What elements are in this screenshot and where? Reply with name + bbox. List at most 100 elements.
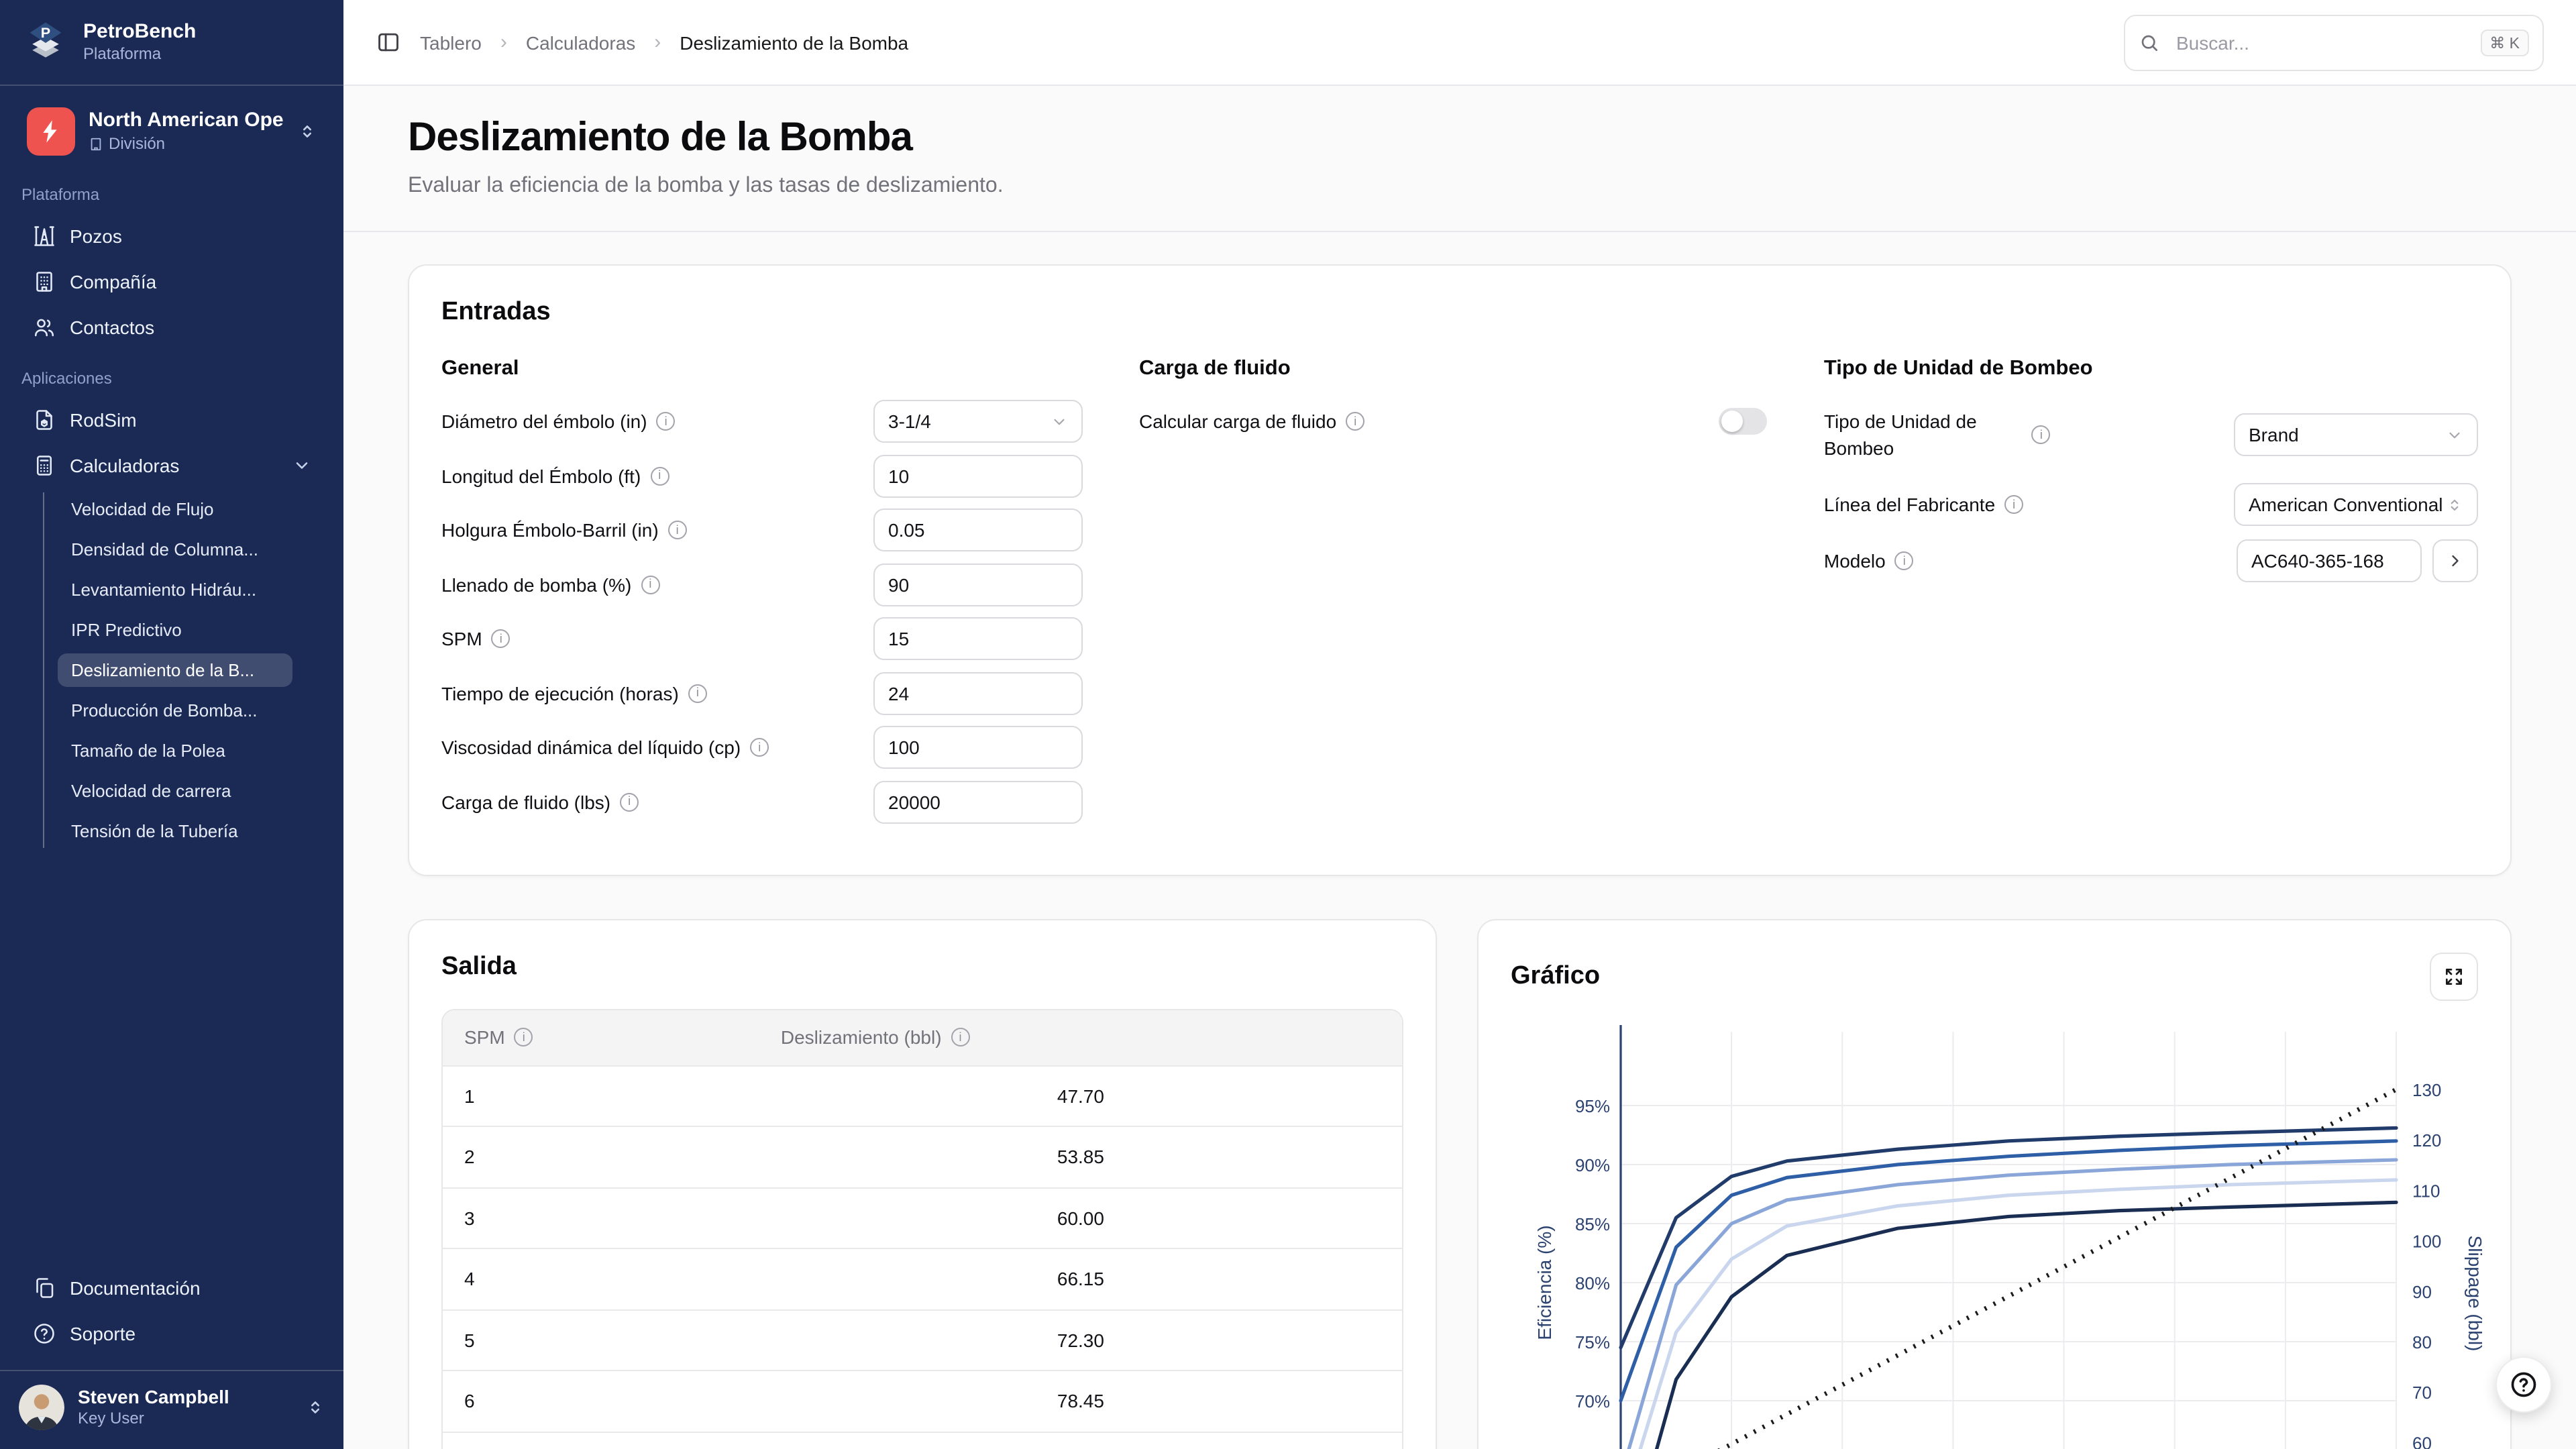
- sidebar-subitem-produccion-bomba[interactable]: Producción de Bomba...: [58, 694, 292, 727]
- field-row: Tipo de Unidad de Bombeo Brand: [1824, 400, 2478, 470]
- field-label: Modelo: [1824, 550, 1886, 572]
- brand: P PetroBench Plataforma: [0, 0, 343, 86]
- svg-text:130: 130: [2412, 1080, 2441, 1100]
- breadcrumb-current: Deslizamiento de la Bomba: [680, 32, 908, 53]
- table-row: 253.85: [443, 1126, 1402, 1187]
- plunger-length-input[interactable]: [873, 454, 1083, 497]
- info-icon[interactable]: [650, 466, 669, 485]
- expand-chart-button[interactable]: [2430, 953, 2478, 1001]
- page-content: Entradas General Diámetro del émbolo (in…: [343, 232, 2576, 1449]
- info-icon[interactable]: [668, 521, 687, 539]
- sidebar-subitem-deslizamiento-bomba[interactable]: Deslizamiento de la B...: [58, 653, 292, 687]
- page-subtitle: Evaluar la eficiencia de la bomba y las …: [408, 174, 2512, 199]
- runtime-input[interactable]: [873, 672, 1083, 714]
- info-icon[interactable]: [688, 684, 707, 702]
- calculate-fluid-load-toggle[interactable]: [1719, 408, 1768, 435]
- model-input[interactable]: [2237, 539, 2422, 582]
- sidebar-item-compania[interactable]: Compañía: [21, 260, 322, 303]
- info-icon[interactable]: [1895, 551, 1914, 570]
- info-icon[interactable]: [620, 792, 639, 811]
- fluid-load-input[interactable]: [873, 780, 1083, 823]
- sidebar-item-contactos[interactable]: Contactos: [21, 306, 322, 349]
- sidebar-item-label: Documentación: [70, 1277, 201, 1299]
- svg-text:100: 100: [2412, 1232, 2441, 1252]
- viscosity-input[interactable]: [873, 726, 1083, 769]
- info-icon[interactable]: [515, 1028, 533, 1047]
- app-title: PetroBench: [83, 21, 196, 45]
- info-icon[interactable]: [492, 629, 511, 648]
- sidebar-item-documentacion[interactable]: Documentación: [21, 1267, 322, 1309]
- svg-text:95%: 95%: [1575, 1096, 1610, 1116]
- sidebar-subitem-tension-tuberia[interactable]: Tensión de la Tubería: [58, 814, 292, 848]
- section-label-platform: Plataforma: [0, 166, 343, 213]
- info-icon[interactable]: [2032, 425, 2051, 444]
- general-column: General Diámetro del émbolo (in) 3-1/4 L…: [441, 357, 1083, 835]
- field-row: Diámetro del émbolo (in) 3-1/4: [441, 400, 1083, 443]
- sidebar-item-rodsim[interactable]: RodSim: [21, 398, 322, 441]
- user-name: Steven Campbell: [78, 1386, 229, 1409]
- avatar: [19, 1385, 64, 1430]
- info-icon[interactable]: [641, 575, 659, 594]
- spm-input[interactable]: [873, 617, 1083, 660]
- svg-text:110: 110: [2412, 1181, 2440, 1201]
- pumping-unit-type-select[interactable]: Brand: [2234, 413, 2478, 456]
- field-label: Tiempo de ejecución (horas): [441, 682, 679, 704]
- help-circle-icon: [2509, 1370, 2538, 1399]
- field-label: Calcular carga de fluido: [1139, 411, 1336, 432]
- docs-icon: [32, 1276, 56, 1300]
- user-menu[interactable]: Steven Campbell Key User: [0, 1370, 343, 1449]
- chart-card: Gráfico 95%90%85%80%75%70%65%13012011010…: [1477, 919, 2512, 1449]
- sidebar-subitem-ipr-predictivo[interactable]: IPR Predictivo: [58, 613, 292, 647]
- field-label: Longitud del Émbolo (ft): [441, 465, 641, 486]
- field-row: Carga de fluido (lbs): [441, 780, 1083, 823]
- sidebar-subitem-densidad-de-columna[interactable]: Densidad de Columna...: [58, 533, 292, 566]
- chevrons-up-down-icon: [2446, 496, 2463, 513]
- info-icon[interactable]: [1346, 412, 1364, 431]
- search-input[interactable]: [2174, 30, 2467, 54]
- page-title: Deslizamiento de la Bomba: [408, 115, 2512, 161]
- info-icon[interactable]: [2004, 495, 2023, 514]
- help-button[interactable]: [2496, 1356, 2552, 1413]
- toggle-knob: [1722, 411, 1743, 432]
- table-row: 784.60: [443, 1432, 1402, 1449]
- breadcrumb-calculadoras[interactable]: Calculadoras: [526, 32, 635, 53]
- info-icon[interactable]: [951, 1028, 970, 1047]
- manufacturer-line-select[interactable]: American Conventional: [2234, 483, 2478, 526]
- breadcrumb-tablero[interactable]: Tablero: [420, 32, 482, 53]
- select-value: American Conventional: [2249, 494, 2443, 515]
- sidebar-toggle-icon[interactable]: [376, 30, 401, 55]
- col-header-spm: SPM: [443, 1010, 759, 1065]
- pump-fillage-input[interactable]: [873, 563, 1083, 606]
- sidebar-subitem-levantamiento-hidraulico[interactable]: Levantamiento Hidráu...: [58, 573, 292, 606]
- model-next-button[interactable]: [2432, 539, 2478, 582]
- chevron-down-icon: [2446, 426, 2463, 443]
- section-label-apps: Aplicaciones: [0, 350, 343, 397]
- col-header-slippage: Deslizamiento (bbl): [759, 1010, 1402, 1065]
- plunger-diameter-select[interactable]: 3-1/4: [873, 400, 1083, 443]
- select-value: Brand: [2249, 424, 2299, 445]
- sidebar-item-calculadoras[interactable]: Calculadoras: [21, 444, 322, 487]
- sidebar-item-label: Compañía: [70, 271, 156, 292]
- sidebar-item-label: RodSim: [70, 409, 137, 431]
- inputs-card: Entradas General Diámetro del émbolo (in…: [408, 264, 2512, 876]
- sidebar-subitem-tamano-polea[interactable]: Tamaño de la Polea: [58, 734, 292, 767]
- field-label: SPM: [441, 628, 482, 649]
- sidebar-subitem-velocidad-de-flujo[interactable]: Velocidad de Flujo: [58, 492, 292, 526]
- field-row: Tiempo de ejecución (horas): [441, 672, 1083, 714]
- sidebar-item-soporte[interactable]: Soporte: [21, 1312, 322, 1355]
- sidebar-item-pozos[interactable]: Pozos: [21, 215, 322, 258]
- sidebar-subitem-velocidad-carrera[interactable]: Velocidad de carrera: [58, 774, 292, 808]
- chevrons-up-down-icon: [306, 1398, 325, 1417]
- field-label: Diámetro del émbolo (in): [441, 411, 647, 432]
- plunger-barrel-clearance-input[interactable]: [873, 508, 1083, 551]
- topbar: Tablero › Calculadoras › Deslizamiento d…: [343, 0, 2576, 86]
- general-heading: General: [441, 357, 1083, 381]
- info-icon[interactable]: [657, 412, 676, 431]
- table-row: 572.30: [443, 1309, 1402, 1371]
- svg-text:80%: 80%: [1575, 1273, 1610, 1293]
- info-icon[interactable]: [750, 738, 769, 757]
- org-type: División: [109, 133, 165, 154]
- chart-card-title: Gráfico: [1511, 962, 1600, 991]
- org-switcher[interactable]: North American Opera División: [16, 99, 327, 164]
- search-shortcut-badge: ⌘ K: [2480, 29, 2529, 56]
